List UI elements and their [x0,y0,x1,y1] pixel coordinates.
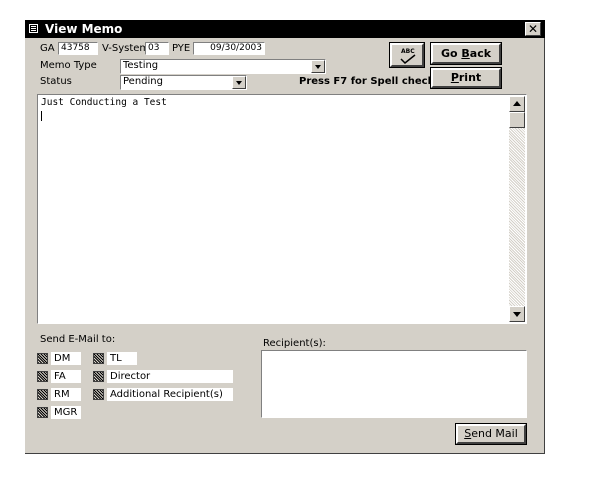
fa-checkbox[interactable] [37,371,48,382]
memo-textarea[interactable]: Just Conducting a Test [37,94,527,324]
additional-recipients-label: Additional Recipient(s) [107,388,233,401]
pye-field[interactable]: 09/30/2003 [193,42,265,55]
memo-text: Just Conducting a Test [41,97,167,108]
send-mail-text: end Mail [471,427,518,440]
pye-label: PYE [172,43,191,54]
memo-type-combo[interactable]: Testing [120,59,326,74]
memo-scrollbar[interactable] [509,96,525,322]
view-memo-window: View Memo ✕ GA 43758 V-System 03 PYE 09/… [25,20,545,454]
vsystem-field[interactable]: 03 [145,42,169,55]
recipients-label: Recipient(s): [263,338,326,349]
print-text: rint [458,71,482,84]
go-back-text: Go [440,47,462,60]
print-accesskey: P [450,71,459,84]
director-checkbox[interactable] [93,371,104,382]
text-cursor [41,111,42,121]
window-title: View Memo [45,22,123,36]
recipients-textbox[interactable] [261,350,527,418]
rm-label: RM [51,388,81,401]
mgr-label: MGR [51,406,81,419]
spell-check-button[interactable]: ABC [389,42,425,68]
status-value: Pending [123,76,163,87]
send-mail-button[interactable]: Send Mail [455,423,527,445]
tl-label: TL [107,352,137,365]
scroll-down-icon[interactable] [509,306,525,322]
go-back-button[interactable]: Go Back [430,42,502,65]
go-back-accesskey: B [461,47,470,60]
memo-type-label: Memo Type [40,60,97,71]
status-combo[interactable]: Pending [120,75,247,90]
spell-check-icon [400,54,416,64]
mgr-checkbox[interactable] [37,407,48,418]
rm-checkbox[interactable] [37,389,48,400]
dm-label: DM [51,352,81,365]
close-button[interactable]: ✕ [525,22,541,36]
spell-check-hint: Press F7 for Spell check [299,76,435,87]
status-dropdown-icon[interactable] [232,76,246,89]
memo-type-value: Testing [123,60,159,71]
dm-checkbox[interactable] [37,353,48,364]
ga-field[interactable]: 43758 [58,42,98,55]
vsystem-label: V-System [102,43,150,54]
tl-checkbox[interactable] [93,353,104,364]
status-label: Status [40,76,72,87]
memo-type-dropdown-icon[interactable] [311,60,325,73]
fa-label: FA [51,370,81,383]
additional-recipients-checkbox[interactable] [93,389,104,400]
ga-label: GA [40,43,55,54]
send-email-label: Send E-Mail to: [40,334,116,345]
print-button[interactable]: Print [430,67,502,89]
scroll-thumb[interactable] [509,112,525,128]
go-back-text-end: ack [469,47,492,60]
director-label: Director [107,370,233,383]
title-bar[interactable]: View Memo ✕ [25,20,545,38]
scroll-up-icon[interactable] [509,96,525,112]
form-icon [29,24,38,33]
